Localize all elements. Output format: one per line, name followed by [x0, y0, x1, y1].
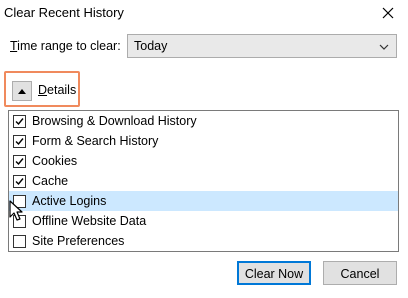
item-label: Cache: [32, 174, 69, 188]
list-item-active-logins[interactable]: Active Logins: [9, 191, 398, 211]
chevron-up-icon: [17, 86, 27, 96]
time-range-label: Time range to clear:: [10, 39, 121, 53]
item-label: Offline Website Data: [32, 214, 147, 228]
time-range-label-rest: ime range to clear:: [17, 39, 121, 53]
details-toggle-group: Details: [4, 71, 80, 107]
item-label: Form & Search History: [32, 134, 159, 148]
checkbox-site-preferences[interactable]: [13, 235, 26, 248]
checkbox-cookies[interactable]: [13, 155, 26, 168]
details-accel: D: [38, 83, 48, 97]
checkmark-icon: [15, 138, 24, 146]
item-label: Active Logins: [32, 194, 107, 208]
checkmark-icon: [15, 158, 24, 166]
chevron-down-icon: [378, 41, 390, 53]
history-items-list: Browsing & Download History Form & Searc…: [8, 110, 399, 252]
checkbox-form-search-history[interactable]: [13, 135, 26, 148]
time-range-selected-value: Today: [134, 39, 168, 53]
checkmark-icon: [15, 118, 24, 126]
item-label: Site Preferences: [32, 234, 125, 248]
checkbox-cache[interactable]: [13, 175, 26, 188]
time-range-row: Time range to clear: Today: [0, 34, 408, 60]
clear-now-button[interactable]: Clear Now: [237, 261, 311, 285]
list-item-offline-website-data[interactable]: Offline Website Data: [9, 211, 398, 231]
list-item-cookies[interactable]: Cookies: [9, 151, 398, 171]
details-label: Details: [38, 83, 76, 97]
checkmark-icon: [15, 178, 24, 186]
checkbox-browsing-download-history[interactable]: [13, 115, 26, 128]
list-item-form-search-history[interactable]: Form & Search History: [9, 131, 398, 151]
details-label-rest: etails: [47, 83, 77, 97]
time-range-select[interactable]: Today: [127, 34, 397, 58]
close-icon[interactable]: [381, 6, 395, 20]
item-label: Browsing & Download History: [32, 114, 197, 128]
window-title: Clear Recent History: [4, 5, 124, 20]
list-item-site-preferences[interactable]: Site Preferences: [9, 231, 398, 251]
list-item-browsing-download-history[interactable]: Browsing & Download History: [9, 111, 398, 131]
checkbox-offline-website-data[interactable]: [13, 215, 26, 228]
list-item-cache[interactable]: Cache: [9, 171, 398, 191]
cancel-button[interactable]: Cancel: [323, 261, 397, 285]
item-label: Cookies: [32, 154, 78, 168]
details-toggle-button[interactable]: [12, 81, 32, 101]
checkbox-active-logins[interactable]: [13, 195, 26, 208]
title-bar: Clear Recent History: [0, 0, 408, 28]
